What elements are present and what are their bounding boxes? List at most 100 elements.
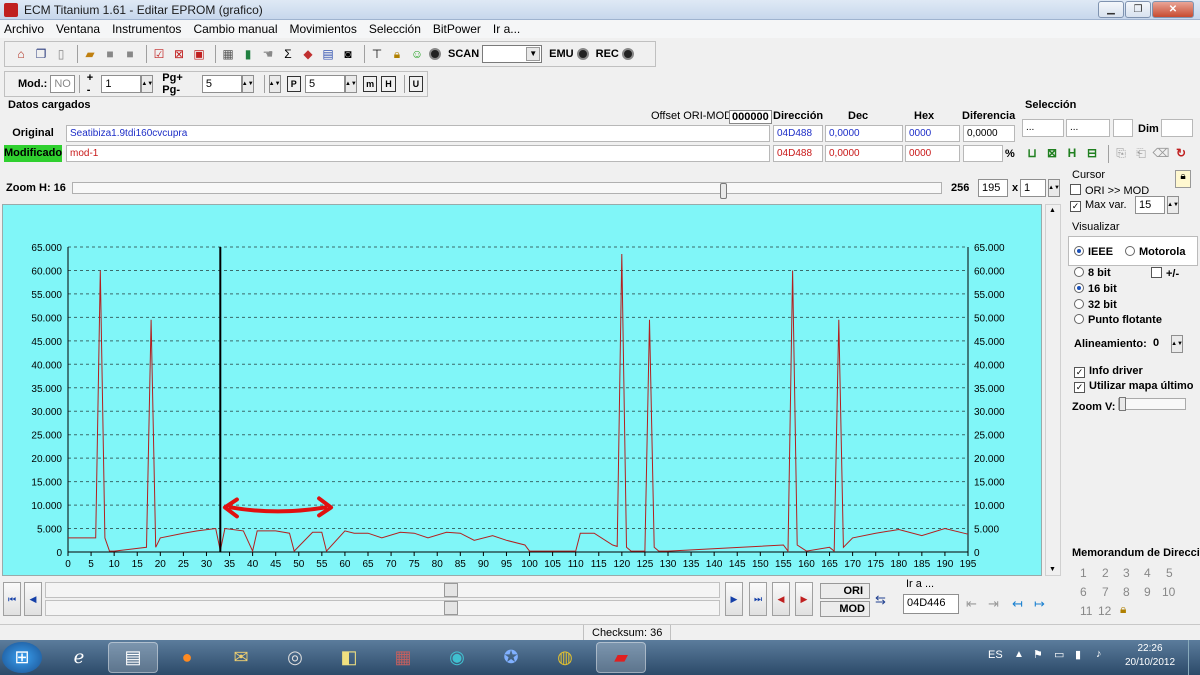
- mark-left-icon[interactable]: ↤: [1012, 596, 1023, 612]
- top-scrollbar-thumb[interactable]: [444, 583, 458, 597]
- lock-icon[interactable]: 🔒︎: [389, 46, 405, 62]
- paste-selection-icon[interactable]: ⎗: [1133, 145, 1149, 161]
- select-range-icon[interactable]: ⊠: [1044, 145, 1060, 161]
- tray-expand-icon[interactable]: ▲: [1014, 649, 1024, 660]
- ieee-radio[interactable]: IEEE: [1074, 246, 1113, 258]
- bit16-radio[interactable]: 16 bit: [1074, 283, 1117, 295]
- taskbar-folder-icon[interactable]: ◧: [324, 642, 374, 673]
- restore-icon[interactable]: ❐: [1125, 1, 1151, 18]
- taskbar-firefox-icon[interactable]: ●: [162, 642, 212, 673]
- tray-monitor-icon[interactable]: ▭: [1054, 648, 1064, 661]
- tray-flag-icon[interactable]: ⚑: [1033, 648, 1043, 661]
- goto-right-icon[interactable]: ⇥: [988, 596, 999, 612]
- page-stepper[interactable]: ▲▼: [241, 75, 254, 93]
- chart-icon[interactable]: ▤: [320, 46, 336, 62]
- motorola-radio-dot[interactable]: [1125, 246, 1135, 256]
- start-button[interactable]: ⊞: [2, 642, 42, 673]
- edit-icon[interactable]: ☑: [151, 46, 167, 62]
- rec-dot-icon[interactable]: [621, 48, 634, 60]
- scroll-down-icon[interactable]: ▼: [1049, 566, 1056, 573]
- emu-dot-icon[interactable]: [576, 48, 589, 60]
- taskbar-winrar-icon[interactable]: ▦: [378, 642, 428, 673]
- p-stepper-left[interactable]: ▲▼: [268, 75, 281, 93]
- max-var-stepper[interactable]: ▲▼: [1167, 196, 1179, 214]
- step-field[interactable]: 1: [101, 75, 142, 93]
- hand-icon[interactable]: ☚: [260, 46, 276, 62]
- mark-right-icon[interactable]: ↦: [1034, 596, 1045, 612]
- chevron-down-icon[interactable]: ▼: [526, 47, 541, 61]
- swap-icon[interactable]: ⇆: [875, 592, 886, 608]
- taskbar-ecm-icon[interactable]: ▰: [596, 642, 646, 673]
- compare-icon[interactable]: ⊠: [171, 46, 187, 62]
- float-radio-dot[interactable]: [1074, 314, 1084, 324]
- menu-bitpower[interactable]: BitPower: [433, 22, 481, 36]
- next-mark-icon[interactable]: ▶: [795, 582, 813, 616]
- mod-field[interactable]: NO: [50, 75, 75, 93]
- bit8-radio-dot[interactable]: [1074, 267, 1084, 277]
- copy-selection-icon[interactable]: ⎘: [1113, 145, 1129, 161]
- signed-box[interactable]: [1151, 267, 1162, 278]
- max-var-field[interactable]: 15: [1135, 196, 1165, 214]
- windows-icon[interactable]: ❐: [33, 46, 49, 62]
- chart-vertical-scrollbar[interactable]: ▲ ▼: [1045, 204, 1061, 576]
- bottom-scrollbar-thumb[interactable]: [444, 601, 458, 615]
- taskbar-network-icon[interactable]: ✪: [486, 642, 536, 673]
- padlock-icon[interactable]: 🔒︎: [1175, 170, 1191, 188]
- step-stepper[interactable]: ▲▼: [141, 75, 154, 93]
- u-icon[interactable]: U: [408, 76, 424, 92]
- taskbar-chrome-icon[interactable]: ◍: [540, 642, 590, 673]
- zoomv-slider[interactable]: [1118, 397, 1186, 411]
- p-field[interactable]: 5: [305, 75, 345, 93]
- save-as-icon[interactable]: ■: [122, 46, 138, 62]
- zoom-h-slider[interactable]: [72, 182, 942, 199]
- sigma-icon[interactable]: Σ: [280, 46, 296, 62]
- alineamiento-field[interactable]: 0: [1150, 335, 1168, 353]
- bottom-scrollbar[interactable]: [45, 600, 720, 616]
- runner-icon[interactable]: ☺: [409, 46, 425, 62]
- tray-date[interactable]: 20/10/2012: [1120, 657, 1180, 668]
- binoculars-icon[interactable]: ◙: [340, 46, 356, 62]
- scan-dot-icon[interactable]: [429, 48, 441, 60]
- chart-area[interactable]: 0 0 5.000 5.000 10.000 10.000 15.000 15.000 20.0…: [2, 204, 1042, 576]
- info-driver-checkbox[interactable]: ✓ Info driver: [1074, 365, 1143, 378]
- menu-archivo[interactable]: Archivo: [4, 22, 44, 36]
- calendar-icon[interactable]: ▣: [191, 46, 207, 62]
- last-page-icon[interactable]: ⏭: [749, 582, 767, 616]
- bit32-radio-dot[interactable]: [1074, 299, 1084, 309]
- menu-cambio-manual[interactable]: Cambio manual: [193, 22, 277, 36]
- ira-field[interactable]: 04D446: [903, 594, 959, 614]
- h-icon[interactable]: H: [381, 76, 396, 92]
- max-var-checkbox[interactable]: ✓ Max var.: [1070, 199, 1127, 212]
- page-field[interactable]: 5: [201, 75, 242, 93]
- clear-selection-icon[interactable]: ⌫: [1153, 145, 1170, 161]
- zoom-factor-field[interactable]: 1: [1020, 179, 1046, 197]
- next-page-icon[interactable]: ▶: [725, 582, 743, 616]
- zoom-factor-stepper[interactable]: ▲▼: [1048, 179, 1060, 197]
- dim-field[interactable]: [1161, 119, 1193, 137]
- zoom-h-thumb[interactable]: [719, 183, 727, 199]
- select-end-icon[interactable]: ⊟: [1084, 145, 1100, 161]
- bit32-radio[interactable]: 32 bit: [1074, 299, 1117, 311]
- copy-icon[interactable]: ▯: [53, 46, 69, 62]
- phone-icon[interactable]: ▮: [240, 46, 256, 62]
- ieee-radio-dot[interactable]: [1074, 246, 1084, 256]
- float-radio[interactable]: Punto flotante: [1074, 314, 1162, 326]
- scan-select[interactable]: ▼: [482, 45, 543, 63]
- close-icon[interactable]: ✕: [1152, 1, 1194, 18]
- show-desktop-button[interactable]: [1188, 640, 1200, 675]
- tray-time[interactable]: 22:26: [1120, 643, 1180, 654]
- save-icon[interactable]: ■: [102, 46, 118, 62]
- taskbar-ie-icon[interactable]: ℯ: [54, 642, 104, 673]
- first-page-icon[interactable]: ⏮: [3, 582, 21, 616]
- prev-mark-icon[interactable]: ◀: [772, 582, 790, 616]
- eprom-graph[interactable]: 0 05.000 5.00010.000 10.00015.000 15.00020.0…: [3, 205, 1043, 577]
- chip-icon[interactable]: ▦: [220, 46, 236, 62]
- minimize-icon[interactable]: ▁: [1098, 1, 1124, 18]
- menu-movimientos[interactable]: Movimientos: [289, 22, 356, 36]
- open-folder-icon[interactable]: ▰: [82, 46, 98, 62]
- seleccion-end-field[interactable]: ...: [1066, 119, 1110, 137]
- print-icon[interactable]: ⊤: [369, 46, 385, 62]
- reset-icon[interactable]: ↻: [1173, 145, 1189, 161]
- menu-ventana[interactable]: Ventana: [56, 22, 100, 36]
- scroll-up-icon[interactable]: ▲: [1049, 207, 1056, 214]
